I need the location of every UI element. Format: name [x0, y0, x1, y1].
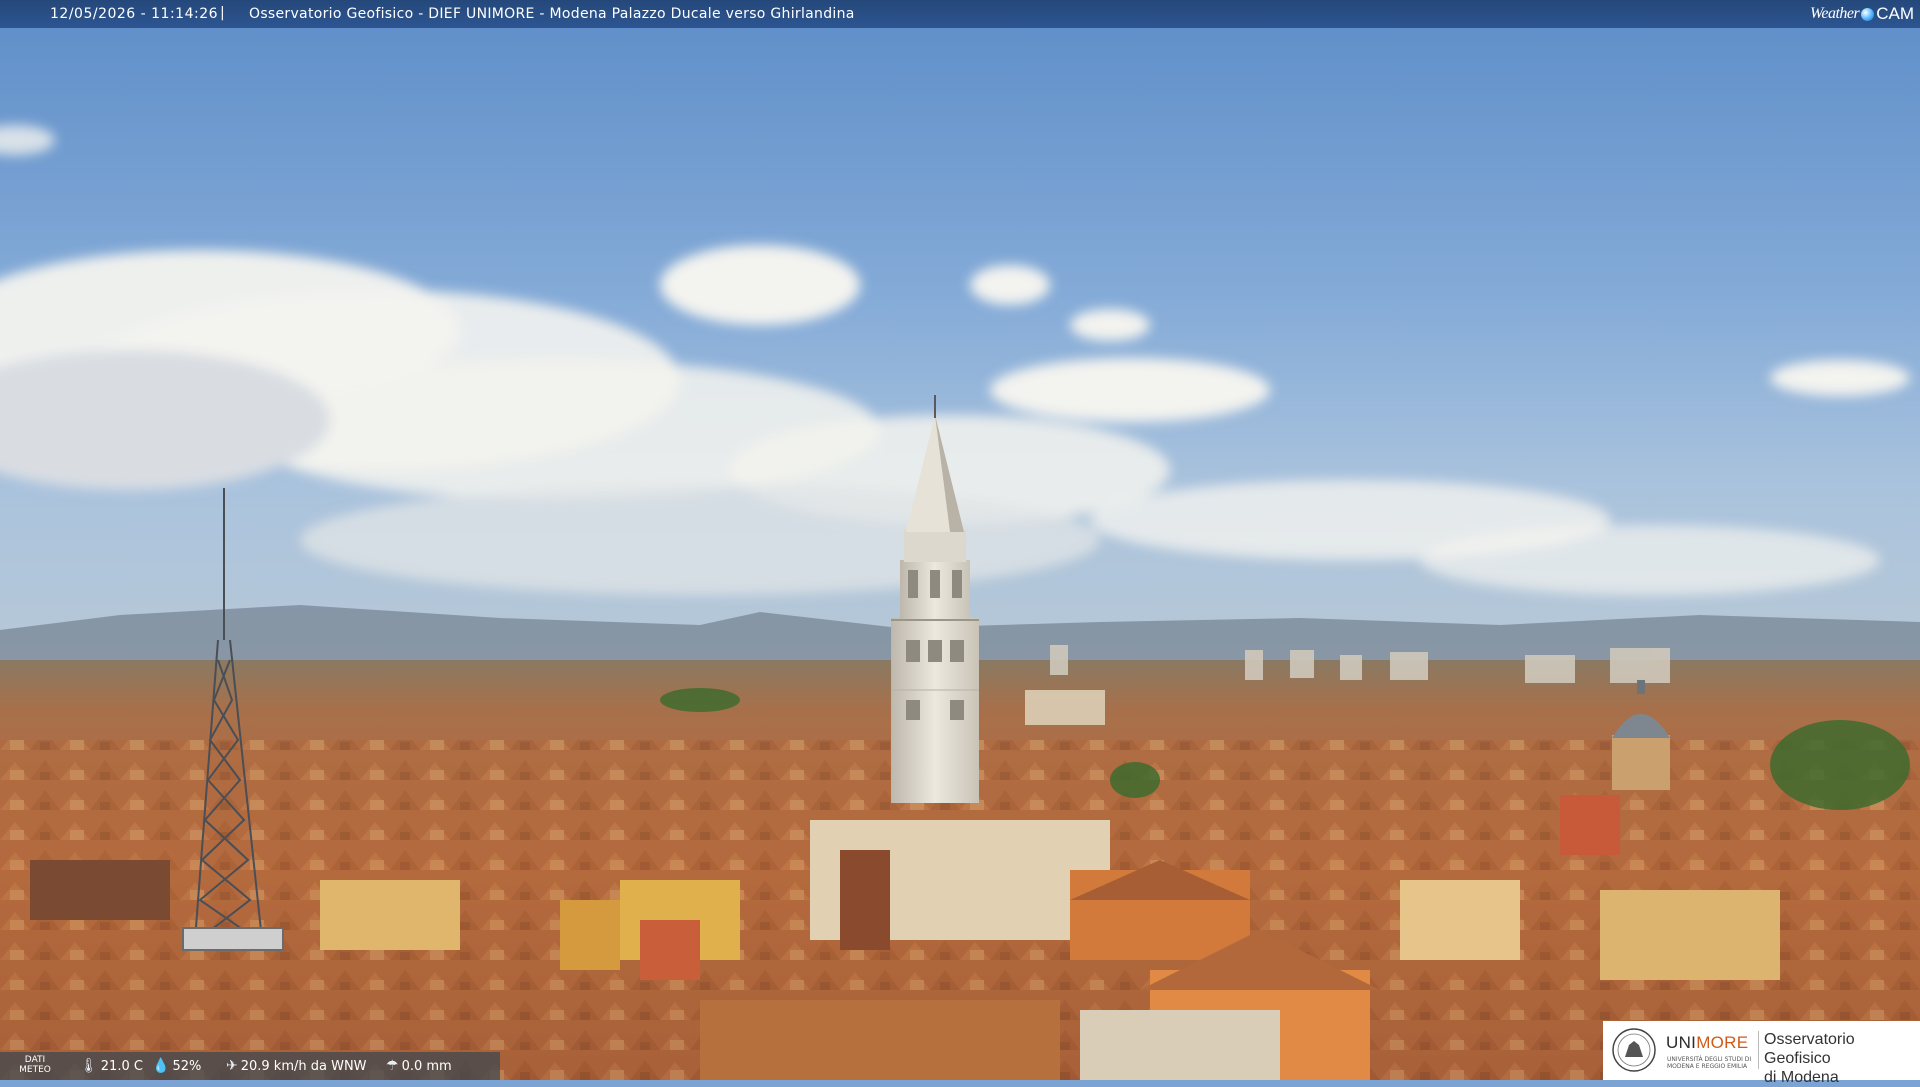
rain-value: 0.0 mm — [401, 1058, 452, 1074]
rain-icon: ☂ — [386, 1058, 399, 1074]
weather-strip: DATI METEO 🌡 21.0 C 💧 52% ✈ 20.9 km/h da… — [0, 1052, 500, 1080]
logo-divider — [1758, 1031, 1759, 1069]
webcam-scene — [0, 0, 1920, 1080]
wind-item: ✈ 20.9 km/h da WNW — [226, 1058, 367, 1074]
wind-icon: ✈ — [226, 1058, 238, 1074]
caption-bar: 12/05/2026 - 11:14:26 | Osservatorio Geo… — [0, 0, 1920, 28]
humidity-item: 💧 52% — [152, 1058, 201, 1074]
observatory-line-1: Osservatorio Geofisico — [1764, 1031, 1855, 1067]
brand-dot-icon — [1861, 7, 1875, 21]
brand-right: CAM — [1876, 4, 1914, 23]
temperature-item: 🌡 21.0 C — [80, 1058, 143, 1074]
humidity-icon: 💧 — [152, 1058, 170, 1074]
unimore-wordmark: UNIMORE — [1666, 1033, 1749, 1052]
weathercam-logo: Weather CAM — [1810, 3, 1914, 25]
humidity-value: 52% — [172, 1058, 202, 1074]
unimore-subtitle: UNIVERSITÀ DEGLI STUDI DI MODENA E REGGI… — [1667, 1056, 1752, 1070]
temperature-value: 21.0 C — [100, 1058, 143, 1074]
thermometer-icon: 🌡 — [80, 1058, 98, 1074]
brand-left: Weather — [1809, 5, 1860, 22]
separator: | — [220, 5, 225, 21]
unimore-logo-panel: UNIMORE UNIVERSITÀ DEGLI STUDI DI MODENA… — [1603, 1021, 1920, 1086]
timestamp: 12/05/2026 - 11:14:26 — [50, 6, 219, 22]
weather-label: DATI METEO — [19, 1055, 51, 1075]
observatory-name: Osservatorio Geofisico di Modena — [1764, 1030, 1920, 1087]
camera-title: Osservatorio Geofisico - DIEF UNIMORE - … — [249, 6, 855, 22]
observatory-line-2: di Modena — [1764, 1069, 1839, 1086]
rain-item: ☂ 0.0 mm — [386, 1058, 452, 1074]
wind-value: 20.9 km/h da WNW — [240, 1058, 367, 1074]
unimore-seal-icon — [1612, 1028, 1656, 1072]
